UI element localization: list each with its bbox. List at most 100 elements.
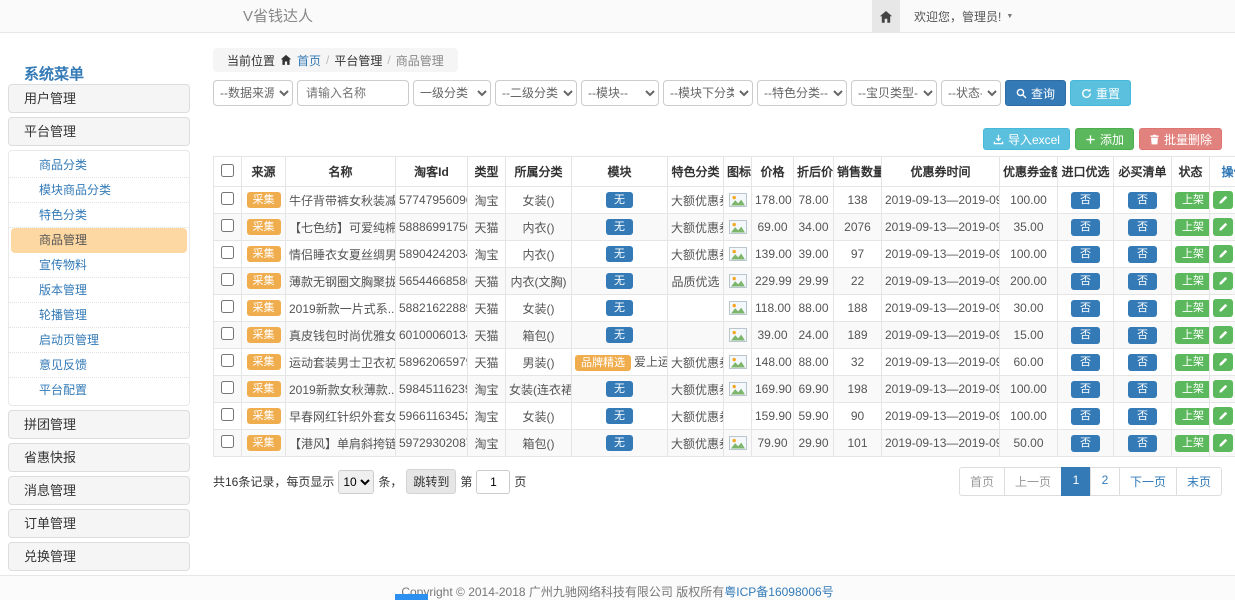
sidebar-panel[interactable]: 订单管理 (8, 509, 190, 538)
must-buy-toggle[interactable]: 否 (1128, 219, 1157, 236)
breadcrumb-item-platform[interactable]: 平台管理 (334, 52, 382, 69)
must-buy-toggle[interactable]: 否 (1128, 192, 1157, 209)
edit-button[interactable] (1213, 299, 1233, 317)
sidebar-panel[interactable]: 省惠快报 (8, 443, 190, 472)
user-menu[interactable]: 欢迎您，管理员! ▼ (900, 0, 1235, 32)
import-select-toggle[interactable]: 否 (1071, 435, 1100, 452)
cell-source: 采集 (242, 322, 286, 349)
sidebar-item[interactable]: 宣传物料 (9, 253, 189, 278)
import-select-toggle[interactable]: 否 (1071, 354, 1100, 371)
edit-button[interactable] (1213, 191, 1233, 209)
import-select-toggle[interactable]: 否 (1071, 273, 1100, 290)
page-button[interactable]: 1 (1061, 467, 1091, 496)
row-checkbox[interactable] (221, 327, 234, 340)
import-select-toggle[interactable]: 否 (1071, 408, 1100, 425)
filter-select-level2-category[interactable]: --二级分类-- (495, 80, 577, 106)
jump-button[interactable]: 跳转到 (406, 469, 456, 494)
must-buy-toggle[interactable]: 否 (1128, 435, 1157, 452)
must-buy-toggle[interactable]: 否 (1128, 408, 1157, 425)
row-checkbox[interactable] (221, 354, 234, 367)
breadcrumb-home-link[interactable]: 首页 (297, 52, 321, 69)
status-button[interactable]: 上架 (1175, 219, 1210, 236)
page-button[interactable]: 首页 (959, 467, 1005, 496)
edit-button[interactable] (1213, 380, 1233, 398)
status-button[interactable]: 上架 (1175, 408, 1210, 425)
status-button[interactable]: 上架 (1175, 381, 1210, 398)
import-select-toggle[interactable]: 否 (1071, 246, 1100, 263)
jump-page-input[interactable] (476, 470, 510, 494)
sidebar-item[interactable]: 平台配置 (9, 378, 189, 403)
filter-select-data-source[interactable]: --数据来源-- (213, 80, 293, 106)
page-button[interactable]: 下一页 (1119, 467, 1177, 496)
page-button[interactable]: 末页 (1176, 467, 1222, 496)
sidebar-item[interactable]: 启动页管理 (9, 328, 189, 353)
name-filter-input[interactable] (297, 80, 409, 106)
row-checkbox[interactable] (221, 246, 234, 259)
edit-button[interactable] (1213, 272, 1233, 290)
sidebar-item[interactable]: 轮播管理 (9, 303, 189, 328)
row-checkbox[interactable] (221, 435, 234, 448)
status-button[interactable]: 上架 (1175, 273, 1210, 290)
edit-button[interactable] (1213, 245, 1233, 263)
sidebar-panel[interactable]: 用户管理 (8, 84, 190, 113)
status-button[interactable]: 上架 (1175, 246, 1210, 263)
edit-button[interactable] (1213, 407, 1233, 425)
cell-discount-price: 34.00 (794, 214, 834, 241)
must-buy-toggle[interactable]: 否 (1128, 327, 1157, 344)
row-checkbox[interactable] (221, 408, 234, 421)
row-checkbox[interactable] (221, 273, 234, 286)
batch-delete-button[interactable]: 批量删除 (1139, 128, 1222, 150)
page-button[interactable]: 2 (1090, 467, 1120, 496)
row-checkbox[interactable] (221, 192, 234, 205)
trash-icon (1149, 134, 1160, 145)
must-buy-toggle[interactable]: 否 (1128, 273, 1157, 290)
row-checkbox[interactable] (221, 219, 234, 232)
sidebar-item[interactable]: 版本管理 (9, 278, 189, 303)
row-checkbox[interactable] (221, 381, 234, 394)
import-select-toggle[interactable]: 否 (1071, 327, 1100, 344)
select-all-checkbox[interactable] (221, 164, 234, 177)
must-buy-toggle[interactable]: 否 (1128, 246, 1157, 263)
filter-select-level1-category[interactable]: 一级分类 (413, 80, 491, 106)
edit-button[interactable] (1213, 218, 1233, 236)
icp-link[interactable]: 粤ICP备16098006号 (724, 585, 833, 599)
filter-select-module-subcategory[interactable]: --模块下分类-- (663, 80, 753, 106)
sidebar-item[interactable]: 意见反馈 (9, 353, 189, 378)
import-select-toggle[interactable]: 否 (1071, 192, 1100, 209)
add-button[interactable]: 添加 (1075, 128, 1134, 150)
page-button[interactable]: 上一页 (1004, 467, 1062, 496)
must-buy-toggle[interactable]: 否 (1128, 381, 1157, 398)
page-size-select[interactable]: 10 (338, 470, 374, 494)
cell-sales: 198 (834, 376, 882, 403)
sidebar-panel[interactable]: 兑换管理 (8, 542, 190, 571)
sidebar-panel[interactable]: 平台管理 (8, 117, 190, 146)
status-button[interactable]: 上架 (1175, 327, 1210, 344)
edit-button[interactable] (1213, 434, 1233, 452)
sidebar-panel[interactable]: 消息管理 (8, 476, 190, 505)
sidebar-item[interactable]: 特色分类 (9, 203, 189, 228)
sidebar-item[interactable]: 模块商品分类 (9, 178, 189, 203)
row-checkbox[interactable] (221, 300, 234, 313)
sidebar-item[interactable]: 商品分类 (9, 153, 189, 178)
sidebar-panel[interactable]: 拼团管理 (8, 410, 190, 439)
edit-button[interactable] (1213, 353, 1233, 371)
import-excel-button[interactable]: 导入excel (983, 128, 1070, 150)
status-button[interactable]: 上架 (1175, 435, 1210, 452)
import-select-toggle[interactable]: 否 (1071, 219, 1100, 236)
reset-button[interactable]: 重置 (1070, 80, 1131, 106)
import-select-toggle[interactable]: 否 (1071, 300, 1100, 317)
filter-select-status[interactable]: --状态-- (941, 80, 1001, 106)
status-button[interactable]: 上架 (1175, 354, 1210, 371)
filter-select-feature-category[interactable]: --特色分类-- (757, 80, 847, 106)
filter-select-item-type[interactable]: --宝贝类型-- (851, 80, 937, 106)
status-button[interactable]: 上架 (1175, 192, 1210, 209)
home-button[interactable] (872, 0, 900, 33)
import-select-toggle[interactable]: 否 (1071, 381, 1100, 398)
must-buy-toggle[interactable]: 否 (1128, 354, 1157, 371)
must-buy-toggle[interactable]: 否 (1128, 300, 1157, 317)
status-button[interactable]: 上架 (1175, 300, 1210, 317)
edit-button[interactable] (1213, 326, 1233, 344)
query-button[interactable]: 查询 (1005, 80, 1066, 106)
sidebar-item-active[interactable]: 商品管理 (11, 228, 187, 253)
filter-select-module[interactable]: --模块-- (581, 80, 659, 106)
